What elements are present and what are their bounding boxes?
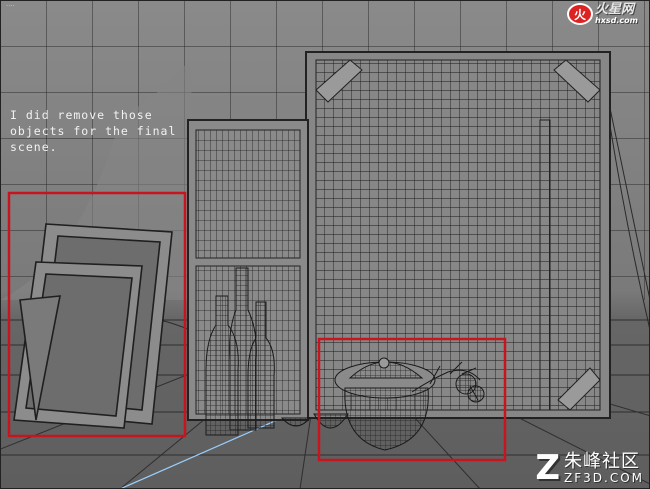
hxsd-logo-icon: 火 [567, 3, 594, 25]
3d-viewport[interactable]: .... I did remove those objects for the … [0, 0, 650, 489]
zf3d-logo-icon: Z [535, 448, 560, 488]
viewport-corner-label: .... [6, 0, 15, 8]
hxsd-url: hxsd.com [595, 16, 638, 25]
hxsd-name: 火星网 [595, 2, 635, 17]
basket [334, 357, 436, 451]
zf3d-name: 朱峰社区 [564, 450, 640, 472]
hxsd-watermark: 火 火星网 hxsd.com [567, 2, 638, 26]
annotation-text: I did remove those objects for the final… [10, 108, 177, 154]
zf3d-watermark: Z 朱峰社区 ZF3D.COM [535, 451, 644, 485]
wireframe-scene [0, 0, 650, 489]
zf3d-url: ZF3D.COM [564, 470, 644, 485]
large-mesh-frame [305, 51, 611, 419]
